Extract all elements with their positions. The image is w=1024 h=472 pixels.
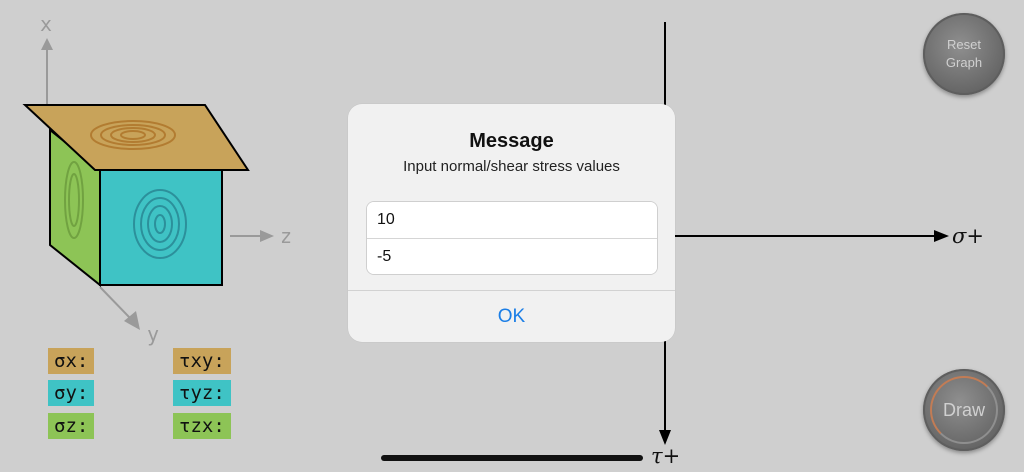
dialog-message: Input normal/shear stress values — [403, 158, 620, 175]
dialog-input-group — [366, 201, 658, 275]
dialog-title: Message — [469, 130, 554, 152]
home-indicator[interactable] — [381, 455, 643, 461]
shear-stress-input[interactable] — [367, 238, 657, 274]
sigma-axis-label: σ+ — [952, 224, 984, 248]
draw-button[interactable]: Draw — [923, 369, 1005, 451]
reset-button-label-line2: Graph — [945, 55, 983, 70]
normal-stress-input[interactable] — [367, 202, 657, 238]
tau-axis-label: τ+ — [651, 444, 681, 468]
reset-graph-button[interactable]: Reset Graph — [923, 13, 1005, 95]
message-dialog: Message Input normal/shear stress values… — [348, 104, 675, 342]
draw-button-ring — [930, 376, 998, 444]
ok-button[interactable]: OK — [348, 291, 675, 342]
reset-button-label-line1: Reset — [947, 37, 981, 52]
